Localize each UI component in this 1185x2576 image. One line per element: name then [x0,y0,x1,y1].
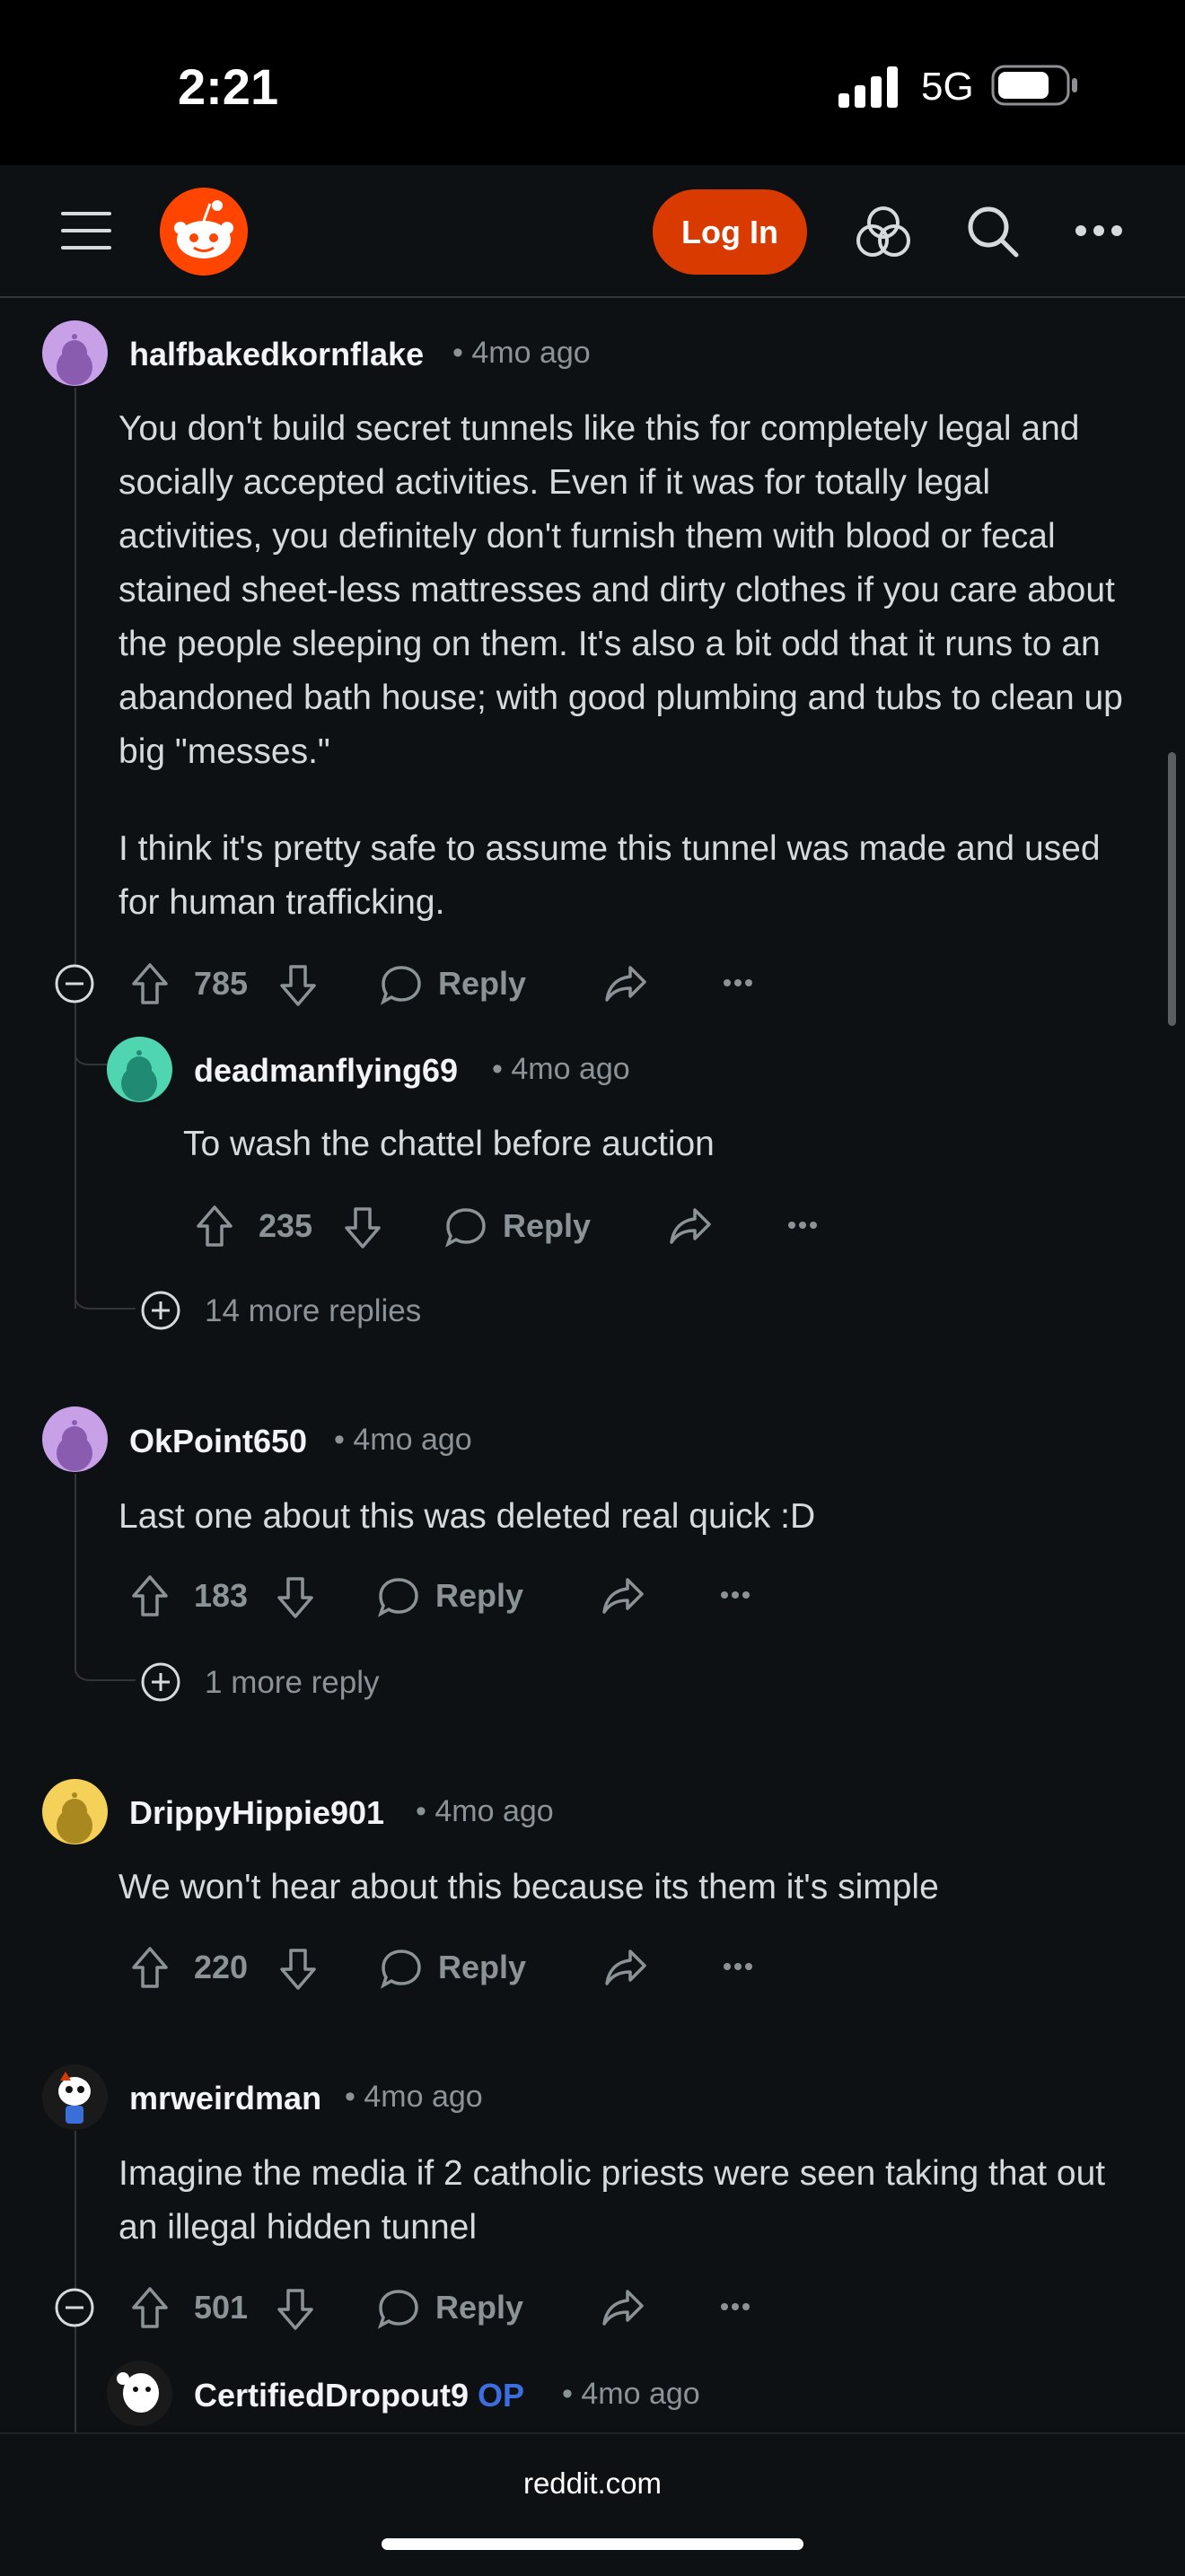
comment-body: You don't build secret tunnels like this… [118,402,1142,973]
reply-button[interactable]: Reply [438,965,526,1003]
share-icon[interactable] [603,964,648,1003]
reply-button[interactable]: Reply [435,2289,523,2326]
share-icon[interactable] [601,2288,645,2327]
avatar [42,1779,108,1844]
reply-button[interactable]: Reply [503,1207,591,1245]
comment-paragraph: You don't build secret tunnels like this… [118,409,1123,771]
comment-author[interactable]: OkPoint650 [129,1423,307,1460]
downvote-icon[interactable] [278,1948,318,1991]
downvote-icon[interactable] [276,1576,315,1619]
home-indicator[interactable] [382,2538,803,2550]
vote-count: 501 [194,2289,249,2326]
upvote-icon[interactable] [130,2286,170,2329]
comment-paragraph: I think it's pretty safe to assume this … [118,829,1101,922]
url-label[interactable]: reddit.com [0,2466,1185,2501]
cellular-signal-icon [838,66,898,108]
comment-age-text: 4mo ago [581,2377,700,2411]
search-icon[interactable] [965,204,1021,259]
comment-body: To wash the chattel before auction [183,1125,715,1163]
reply-button[interactable]: Reply [438,1949,526,1986]
vote-count: 220 [194,1949,249,1985]
vote-count: 785 [194,965,249,1002]
comment-author[interactable]: DrippyHippie901 [129,1794,384,1832]
comment-age: • 4mo ago [562,2377,700,2411]
comment-body: We won't hear about this because its the… [118,1868,939,1906]
reply-icon[interactable] [380,964,423,1005]
comment-author[interactable]: CertifiedDropout9 OP [194,2377,524,2414]
menu-icon[interactable] [61,210,111,251]
overflow-menu-icon[interactable] [721,1590,750,1599]
login-button[interactable]: Log In [653,189,807,275]
comment-age: • 4mo ago [345,2080,483,2114]
collapse-thread-icon[interactable] [54,2287,95,2328]
downvote-icon[interactable] [276,2288,315,2331]
more-replies-link[interactable]: 1 more reply [205,1665,380,1701]
comment-age: • 4mo ago [492,1052,630,1086]
comment-age-text: 4mo ago [353,1423,472,1457]
collapse-thread-icon[interactable] [54,963,95,1004]
reply-icon[interactable] [444,1206,487,1248]
more-options-icon[interactable] [1075,224,1123,237]
expand-replies-icon[interactable] [140,1661,181,1703]
share-icon[interactable] [603,1948,648,1987]
battery-icon [991,65,1077,106]
comment-age-text: 4mo ago [471,336,591,370]
overflow-menu-icon[interactable] [788,1221,817,1230]
comment-age: • 4mo ago [334,1423,472,1457]
status-bar: 2:21 5G [0,0,1185,165]
avatar [42,320,108,386]
expand-replies-icon[interactable] [140,1290,181,1331]
comment-age-text: 4mo ago [511,1052,630,1086]
advertise-icon[interactable] [856,205,910,258]
share-icon[interactable] [668,1206,713,1246]
comment-author[interactable]: halfbakedkornflake [129,336,424,373]
status-time: 2:21 [178,58,279,115]
overflow-menu-icon[interactable] [724,978,752,987]
reply-icon[interactable] [377,2288,420,2329]
comment-age: • 4mo ago [416,1794,554,1828]
avatar [107,1037,172,1102]
reply-icon[interactable] [377,1576,420,1617]
thread-line [75,2131,76,2432]
vote-count: 235 [259,1207,313,1244]
vote-count: 183 [194,1577,249,1614]
thread-connector [75,1646,136,1681]
thread-line [75,388,76,1309]
avatar [42,2064,108,2130]
avatar [42,1406,108,1472]
comment-author[interactable]: deadmanflying69 [194,1052,458,1090]
comment-age-text: 4mo ago [364,2080,483,2114]
more-replies-link[interactable]: 14 more replies [205,1293,421,1329]
comment-author[interactable]: mrweirdman [129,2080,321,2117]
comment-age: • 4mo ago [452,336,591,370]
avatar [107,2361,172,2426]
upvote-icon[interactable] [195,1205,234,1248]
comment-body: Imagine the media if 2 catholic priests … [118,2154,1106,2247]
reddit-logo-icon[interactable] [160,188,248,276]
scrollbar[interactable] [1168,752,1176,1026]
upvote-icon[interactable] [130,1946,170,1989]
reply-button[interactable]: Reply [435,1577,523,1615]
thread-connector [75,1275,136,1310]
network-type: 5G [921,65,974,109]
upvote-icon[interactable] [130,1574,170,1617]
comment-body: Last one about this was deleted real qui… [118,1497,816,1536]
upvote-icon[interactable] [130,962,170,1005]
comment-age-text: 4mo ago [434,1794,554,1828]
comment-author-name: CertifiedDropout9 [194,2377,469,2414]
thread-line [75,1474,76,1669]
browser-bottom-bar [0,2432,1185,2576]
overflow-menu-icon[interactable] [724,1962,752,1971]
downvote-icon[interactable] [278,964,318,1007]
op-badge: OP [478,2377,525,2414]
overflow-menu-icon[interactable] [721,2302,750,2311]
reply-icon[interactable] [380,1948,423,1989]
share-icon[interactable] [601,1576,645,1616]
downvote-icon[interactable] [343,1206,382,1249]
